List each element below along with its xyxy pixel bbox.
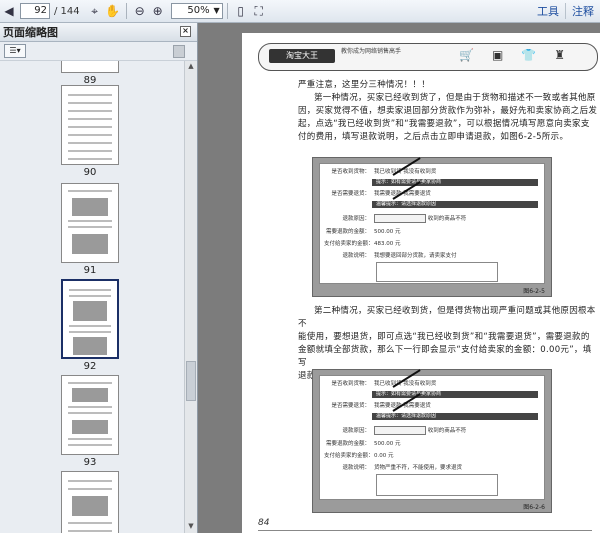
thumbnail-label: 93 <box>83 457 97 468</box>
form-row: 是否需要退货： 我需要退款 我需要退货 <box>331 403 431 409</box>
toolbar: ◀ 92 / 144 ⌖ ✋ ⊖ ⊕ 50% ▼ ▯ ⛶ 工具 注释 <box>0 0 600 23</box>
header-icons: 🛒 ▣ 👕 ♜ <box>459 48 565 62</box>
header-subtitle: 教你成为网络销售高手 <box>341 48 402 55</box>
scrollbar-thumb[interactable] <box>186 361 196 401</box>
thumbnail-item[interactable]: 89 <box>61 61 119 86</box>
text-line: 金额就填全部货款，那么下一行即会显示“支付给卖家的金额：0.00元”，填写 <box>298 345 592 368</box>
thumbnail-item[interactable] <box>61 471 119 533</box>
thumbnail-page <box>61 61 119 73</box>
thumbnail-page <box>61 471 119 533</box>
form-row: 退款说明： 货物严重不符，不能使用，要求退货 <box>342 465 463 471</box>
panel-tools: ☰▾ <box>0 42 197 61</box>
zoom-out-icon[interactable]: ⊖ <box>131 2 149 20</box>
figure-caption: 图6-2-5 <box>523 288 545 295</box>
text-line: 能使用，要想退货，即可点选“我已经收到货”和“我需要退货”，需要退款的 <box>298 332 590 342</box>
hand-tool-icon[interactable]: ✋ <box>104 2 122 20</box>
fit-width-icon[interactable]: ⛶ <box>250 2 268 20</box>
previous-page-icon[interactable]: ◀ <box>0 2 18 20</box>
scroll-up-icon[interactable]: ▲ <box>186 62 196 72</box>
thumbnail-page <box>61 85 119 165</box>
text-line: 严重注意，这里分三种情况！！！ <box>298 80 431 90</box>
figure-caption: 图6-2-6 <box>523 504 545 511</box>
footer-rule <box>258 530 592 531</box>
shirt-icon: 👕 <box>521 48 537 62</box>
header-logo: 淘宝大王 <box>269 49 335 63</box>
text-line: 因，买家觉得不值，想卖家退回部分货款作为弥补，最好先和卖家协商之后发 <box>298 106 598 116</box>
form-row: 是否收到货物： 我已收到货 我没有收到货 <box>331 381 437 387</box>
fit-page-icon[interactable]: ▯ <box>232 2 250 20</box>
trash-icon[interactable] <box>173 45 185 58</box>
thumbnail-item[interactable]: 91 <box>61 183 119 276</box>
separator <box>125 3 127 19</box>
form-row: 支付给卖家的金额：483.00 元 <box>324 241 401 247</box>
figure-6-2-6: 是否收到货物： 我已收到货 我没有收到货 提示：如有需要请与卖家协商 是否需要退货… <box>312 369 552 513</box>
thumbnail-label: 92 <box>83 361 97 372</box>
form-row: 退款原因： 收到的商品不符 <box>342 214 467 223</box>
dress-icon: ♜ <box>554 48 566 62</box>
text-line: 第一种情况，买家已经收到货了，但是由于货物和描述不一致或者其他原 <box>314 93 596 103</box>
panel-header: 页面缩略图 × <box>0 23 197 42</box>
figure-screenshot: 是否收到货物： 我已收到货 我没有收到货 提示：如有需要请与卖家协商 是否需要退货… <box>319 163 545 284</box>
thumbnail-panel: 页面缩略图 × ☰▾ 89 90 91 92 93 ▲ ▼ <box>0 23 198 533</box>
zoom-select[interactable]: 50% ▼ <box>170 3 223 19</box>
document-viewport[interactable]: 淘宝大王 教你成为网络销售高手 🛒 ▣ 👕 ♜ 严重注意，这里分三种情况！！！ … <box>198 23 600 533</box>
thumbnail-list: 89 90 91 92 93 <box>0 61 184 533</box>
form-row: 支付给卖家的金额：0.00 元 <box>324 453 394 459</box>
thumbnail-page <box>61 279 119 359</box>
thumbnail-page <box>61 375 119 455</box>
text-line: 付的费用，填写退款说明，之后点击立即申请退款，如图6-2-5所示。 <box>298 132 569 142</box>
separator <box>226 3 228 19</box>
form-row: 需要退款的金额： 500.00 元 <box>325 441 401 447</box>
thumbnail-label: 90 <box>83 167 97 178</box>
text-line: 起，点选“我已经收到货”和“我需要退款”，可以根据情况填写愿意向卖家支 <box>298 119 590 129</box>
page-number: 84 <box>258 518 270 528</box>
description-textarea <box>376 474 498 496</box>
scroll-down-icon[interactable]: ▼ <box>186 522 196 532</box>
close-icon[interactable]: × <box>180 26 191 37</box>
note-bar: 温馨提示：请选择退款原因 <box>372 201 538 208</box>
page-header-banner: 淘宝大王 教你成为网络销售高手 🛒 ▣ 👕 ♜ <box>258 43 598 71</box>
thumbnail-label: 91 <box>83 265 97 276</box>
figure-screenshot: 是否收到货物： 我已收到货 我没有收到货 提示：如有需要请与卖家协商 是否需要退货… <box>319 375 545 500</box>
toolbar-right: 工具 注释 <box>531 0 600 22</box>
tools-link[interactable]: 工具 <box>531 3 565 19</box>
form-row: 退款原因： 收到的商品不符 <box>342 426 467 435</box>
note-bar: 提示：如有需要请与卖家协商 <box>372 179 538 186</box>
form-row: 退款说明： 我想要退回部分货款，请卖家支付 <box>342 253 457 259</box>
note-bar: 温馨提示：请选择退款原因 <box>372 413 538 420</box>
form-row: 需要退款的金额： 500.00 元 <box>325 229 401 235</box>
total-pages-label: / 144 <box>54 5 80 17</box>
chevron-down-icon: ▼ <box>213 6 220 15</box>
description-textarea <box>376 262 498 282</box>
paragraph-one: 严重注意，这里分三种情况！！！ 第一种情况，买家已经收到货了，但是由于货物和描述… <box>298 79 598 144</box>
thumbnail-item-selected[interactable]: 92 <box>61 279 119 372</box>
form-row: 是否需要退货： 我需要退款 我需要退货 <box>331 191 431 197</box>
thumbnail-item[interactable]: 90 <box>61 85 119 178</box>
cart-icon: 🛒 <box>459 48 474 62</box>
zoom-value: 50% <box>187 5 210 16</box>
thumbnail-scrollbar[interactable]: ▲ ▼ <box>184 61 197 533</box>
thumbnail-page <box>61 183 119 263</box>
comments-link[interactable]: 注释 <box>565 3 600 19</box>
zoom-in-icon[interactable]: ⊕ <box>149 2 167 20</box>
form-row: 是否收到货物： 我已收到货 我没有收到货 <box>331 169 437 175</box>
thumbnail-item[interactable]: 93 <box>61 375 119 468</box>
text-line: 第二种情况，买家已经收到货，但是得货物出现严重问题或其他原因根本不 <box>298 306 596 329</box>
select-tool-icon[interactable]: ⌖ <box>86 2 104 20</box>
gift-icon: ▣ <box>491 48 504 62</box>
panel-title: 页面缩略图 <box>3 26 58 39</box>
page-number-input[interactable]: 92 <box>20 3 50 19</box>
note-bar: 提示：如有需要请与卖家协商 <box>372 391 538 398</box>
document-page: 淘宝大王 教你成为网络销售高手 🛒 ▣ 👕 ♜ 严重注意，这里分三种情况！！！ … <box>242 33 600 533</box>
options-menu-button[interactable]: ☰▾ <box>4 44 26 58</box>
figure-6-2-5: 是否收到货物： 我已收到货 我没有收到货 提示：如有需要请与卖家协商 是否需要退货… <box>312 157 552 297</box>
